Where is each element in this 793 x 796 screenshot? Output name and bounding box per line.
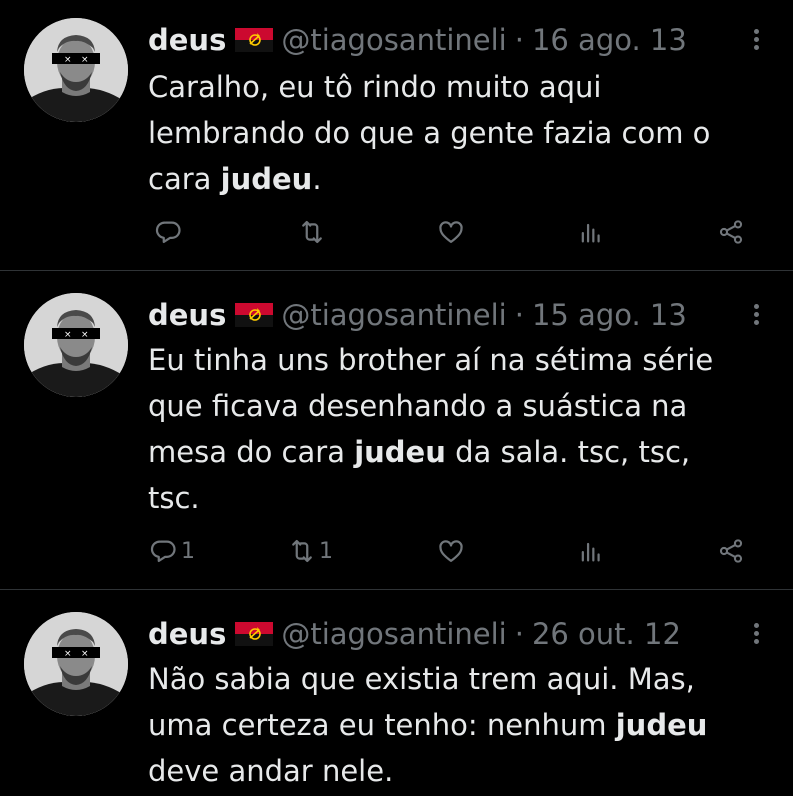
retweet-count: 1 xyxy=(319,538,333,564)
share-button[interactable] xyxy=(717,212,745,252)
author-handle[interactable]: @tiagosantineli xyxy=(281,23,506,57)
retweet-button[interactable] xyxy=(298,212,329,252)
tweet-text-part: . xyxy=(312,162,322,196)
views-icon xyxy=(577,537,605,565)
views-button[interactable] xyxy=(577,531,605,571)
tweet-text: Não sabia que existia trem aqui. Mas, um… xyxy=(148,656,748,794)
angola-flag-icon xyxy=(235,303,273,327)
tweet-header: deus @tiagosantineli · 16 ago. 13 xyxy=(148,22,687,58)
tweet[interactable]: deus @tiagosantineli · 16 ago. 13 Caralh… xyxy=(0,0,793,271)
like-icon xyxy=(437,537,465,565)
tweet-header: deus @tiagosantineli · 26 out. 12 xyxy=(148,616,681,652)
author-name[interactable]: deus xyxy=(148,23,226,57)
tweet[interactable]: deus @tiagosantineli · 26 out. 12 Não sa… xyxy=(0,590,793,796)
share-icon xyxy=(717,537,745,565)
tweet-date[interactable]: 16 ago. 13 xyxy=(532,23,687,57)
tweet-text-bold: judeu xyxy=(354,435,446,469)
tweet[interactable]: deus @tiagosantineli · 15 ago. 13 Eu tin… xyxy=(0,271,793,590)
tweet-text-part: Não sabia que existia trem aqui. Mas, um… xyxy=(148,662,695,742)
tweet-text: Eu tinha uns brother aí na sétima série … xyxy=(148,337,728,521)
reply-icon xyxy=(155,218,183,246)
separator: · xyxy=(514,298,524,332)
views-icon xyxy=(577,218,605,246)
tweet-text-part: deve andar nele. xyxy=(148,754,394,788)
like-button[interactable] xyxy=(437,531,465,571)
tweet-text: Caralho, eu tô rindo muito aqui lembrand… xyxy=(148,64,748,202)
separator: · xyxy=(514,23,524,57)
retweet-button[interactable]: 1 xyxy=(288,531,333,571)
avatar[interactable] xyxy=(24,18,128,122)
more-icon[interactable] xyxy=(744,301,768,331)
angola-flag-icon xyxy=(235,622,273,646)
share-button[interactable] xyxy=(717,531,745,571)
tweet-actions: 1 1 xyxy=(0,531,793,571)
tweet-date[interactable]: 15 ago. 13 xyxy=(532,298,687,332)
more-icon[interactable] xyxy=(744,26,768,56)
retweet-icon xyxy=(288,537,316,565)
author-handle[interactable]: @tiagosantineli xyxy=(281,617,506,651)
reply-button[interactable] xyxy=(155,212,186,252)
like-icon xyxy=(437,218,465,246)
avatar[interactable] xyxy=(24,612,128,716)
tweet-header: deus @tiagosantineli · 15 ago. 13 xyxy=(148,297,687,333)
like-button[interactable] xyxy=(437,212,465,252)
reply-count: 1 xyxy=(181,538,195,564)
reply-icon xyxy=(150,537,178,565)
separator: · xyxy=(514,617,524,651)
tweet-date[interactable]: 26 out. 12 xyxy=(532,617,681,651)
tweet-text-bold: judeu xyxy=(615,708,708,742)
tweet-actions xyxy=(0,212,793,252)
author-name[interactable]: deus xyxy=(148,298,226,332)
author-handle[interactable]: @tiagosantineli xyxy=(281,298,506,332)
reply-button[interactable]: 1 xyxy=(150,531,195,571)
more-icon[interactable] xyxy=(744,620,768,650)
views-button[interactable] xyxy=(577,212,605,252)
share-icon xyxy=(717,218,745,246)
tweet-text-bold: judeu xyxy=(220,162,313,196)
author-name[interactable]: deus xyxy=(148,617,226,651)
retweet-icon xyxy=(298,218,326,246)
angola-flag-icon xyxy=(235,28,273,52)
avatar[interactable] xyxy=(24,293,128,397)
